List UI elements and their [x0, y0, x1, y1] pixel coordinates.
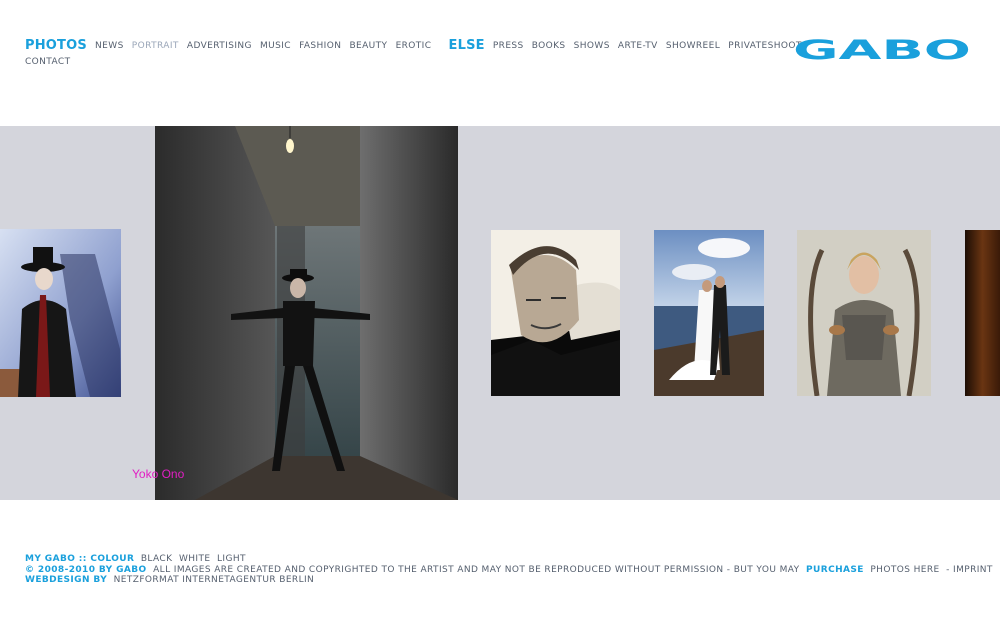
- copyright-text: ALL IMAGES ARE CREATED AND COPYRIGHTED T…: [153, 564, 800, 575]
- photo-man-portrait[interactable]: [491, 230, 620, 396]
- photos-here-link[interactable]: PHOTOS HERE: [870, 565, 939, 575]
- footer-colour-line: MY GABO :: COLOUR BLACK WHITE LIGHT: [25, 554, 985, 565]
- gabo-logo[interactable]: GABO: [792, 32, 972, 64]
- nav-item-fashion[interactable]: FASHION: [299, 41, 341, 51]
- photo-caption: Yoko Ono: [132, 467, 185, 481]
- copyright-label: © 2008-2010 BY GABO: [25, 564, 147, 575]
- nav-item-contact[interactable]: CONTACT: [25, 57, 70, 67]
- footer-copyright-line: © 2008-2010 BY GABO ALL IMAGES ARE CREAT…: [25, 564, 992, 576]
- nav-item-beauty[interactable]: BEAUTY: [349, 41, 387, 51]
- imprint-link[interactable]: - IMPRINT: [946, 565, 993, 575]
- nav-item-press[interactable]: PRESS: [493, 41, 524, 51]
- nav-item-erotic[interactable]: EROTIC: [396, 41, 432, 51]
- footer-webdesign-line: WEBDESIGN BY NETZFORMAT INTERNETAGENTUR …: [25, 575, 985, 586]
- colour-option-black[interactable]: BLACK: [141, 554, 173, 564]
- photo-woman-in-hat[interactable]: [0, 229, 121, 397]
- webdesign-agency-link[interactable]: NETZFORMAT INTERNETAGENTUR BERLIN: [114, 575, 315, 585]
- my-gabo-colour-label: MY GABO :: COLOUR: [25, 554, 135, 564]
- nav-item-shows[interactable]: SHOWS: [574, 41, 610, 51]
- nav-item-advertising[interactable]: ADVERTISING: [187, 41, 252, 51]
- nav-item-music[interactable]: MUSIC: [260, 41, 291, 51]
- nav-item-books[interactable]: BOOKS: [532, 41, 566, 51]
- purchase-link[interactable]: PURCHASE: [806, 565, 864, 575]
- footer: MY GABO :: COLOUR BLACK WHITE LIGHT © 20…: [25, 554, 992, 586]
- photo-wedding-couple[interactable]: [654, 230, 764, 396]
- nav-else[interactable]: ELSE: [449, 38, 485, 53]
- nav-item-showreel[interactable]: SHOWREEL: [666, 41, 720, 51]
- nav-item-news[interactable]: NEWS: [95, 41, 124, 51]
- photo-gallery: Yoko Ono: [0, 126, 1000, 500]
- colour-option-white[interactable]: WHITE: [179, 554, 211, 564]
- colour-option-light[interactable]: LIGHT: [217, 554, 246, 564]
- nav-photos[interactable]: PHOTOS: [25, 38, 87, 53]
- nav-item-portrait[interactable]: PORTRAIT: [132, 41, 179, 51]
- webdesign-label: WEBDESIGN BY: [25, 575, 108, 585]
- photo-partial-right[interactable]: [965, 230, 1000, 396]
- nav-item-arte-tv[interactable]: ARTE-TV: [618, 41, 658, 51]
- photo-yoko-ono[interactable]: [155, 126, 458, 500]
- photo-woman-with-horns[interactable]: [797, 230, 931, 396]
- main-navigation: PHOTOS NEWS PORTRAIT ADVERTISING MUSIC F…: [25, 38, 807, 68]
- logo-text: GABO: [793, 36, 971, 64]
